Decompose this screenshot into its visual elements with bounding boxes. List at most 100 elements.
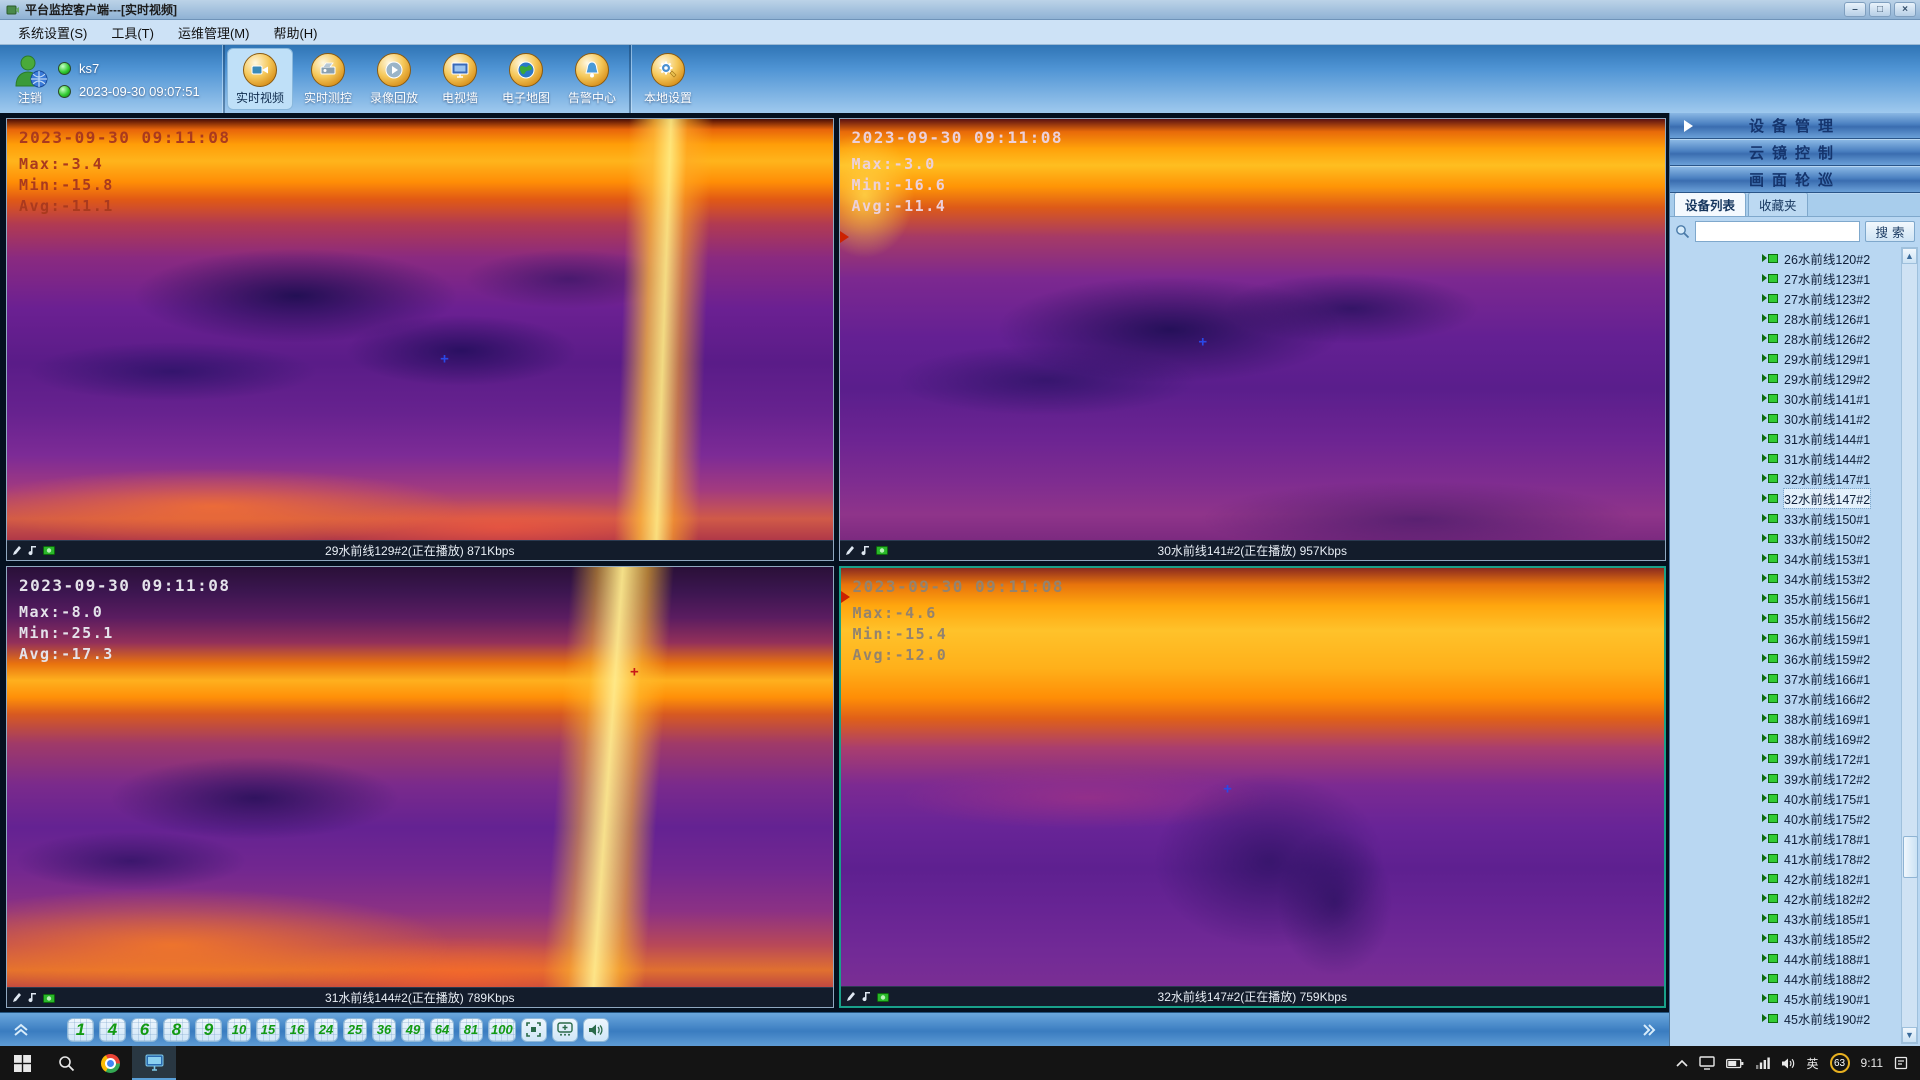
device-item[interactable]: 28水前线126#1: [1762, 308, 1900, 328]
layout-4-button[interactable]: 4: [99, 1018, 126, 1042]
video-pane-4[interactable]: 2023-09-30 09:11:08 Max:-4.6 Min:-15.4 A…: [839, 566, 1667, 1009]
video-pane-1[interactable]: 2023-09-30 09:11:08 Max:-3.4 Min:-15.8 A…: [6, 118, 834, 561]
device-item[interactable]: 41水前线178#2: [1762, 848, 1900, 868]
device-item[interactable]: 37水前线166#1: [1762, 668, 1900, 688]
layout-8-button[interactable]: 8: [163, 1018, 190, 1042]
start-button[interactable]: [0, 1046, 44, 1080]
display-icon[interactable]: [1699, 1056, 1715, 1070]
battery-gauge-badge[interactable]: 63: [1830, 1053, 1850, 1073]
annotate-pencil-icon[interactable]: [846, 991, 856, 1002]
device-item[interactable]: 39水前线172#1: [1762, 748, 1900, 768]
volume-icon[interactable]: [1781, 1057, 1796, 1070]
layout-16-button[interactable]: 16: [285, 1018, 309, 1042]
device-list-scrollbar[interactable]: ▲ ▼: [1901, 247, 1918, 1044]
collapse-up-icon[interactable]: [12, 1022, 30, 1038]
device-item[interactable]: 30水前线141#1: [1762, 388, 1900, 408]
thermal-video-1[interactable]: 2023-09-30 09:11:08 Max:-3.4 Min:-15.8 A…: [7, 119, 833, 540]
expand-right-icon[interactable]: [1641, 1022, 1657, 1038]
audio-note-icon[interactable]: [28, 992, 37, 1003]
device-item[interactable]: 36水前线159#1: [1762, 628, 1900, 648]
toolbar-button-playback[interactable]: 录像回放: [361, 45, 427, 113]
layout-6-button[interactable]: 6: [131, 1018, 158, 1042]
tab-favorites[interactable]: 收藏夹: [1748, 192, 1808, 216]
layout-36-button[interactable]: 36: [372, 1018, 396, 1042]
menu-item[interactable]: 系统设置(S): [6, 21, 99, 44]
scroll-down-icon[interactable]: ▼: [1902, 1027, 1917, 1043]
annotate-pencil-icon[interactable]: [12, 992, 22, 1003]
battery-icon[interactable]: [1726, 1058, 1744, 1069]
device-item[interactable]: 42水前线182#2: [1762, 888, 1900, 908]
snapshot-camera-icon[interactable]: [877, 992, 889, 1002]
snapshot-camera-icon[interactable]: [43, 993, 55, 1003]
device-item[interactable]: 37水前线166#2: [1762, 688, 1900, 708]
search-button[interactable]: 搜索: [1865, 221, 1915, 242]
taskbar-clock[interactable]: 9:11: [1861, 1056, 1883, 1070]
device-search-input[interactable]: [1695, 221, 1860, 242]
minimize-button[interactable]: –: [1844, 2, 1866, 17]
toolbar-button-tv-wall[interactable]: 电视墙: [427, 45, 493, 113]
layout-49-button[interactable]: 49: [401, 1018, 425, 1042]
taskbar-search-icon[interactable]: [44, 1046, 88, 1080]
device-item[interactable]: 29水前线129#1: [1762, 348, 1900, 368]
input-language-indicator[interactable]: 英: [1807, 1055, 1819, 1072]
device-item[interactable]: 27水前线123#1: [1762, 268, 1900, 288]
device-item[interactable]: 31水前线144#2: [1762, 448, 1900, 468]
device-item[interactable]: 26水前线120#2: [1762, 248, 1900, 268]
audio-note-icon[interactable]: [28, 545, 37, 556]
tab-device-list[interactable]: 设备列表: [1674, 192, 1746, 216]
notification-center-icon[interactable]: [1894, 1056, 1908, 1070]
device-item[interactable]: 39水前线172#2: [1762, 768, 1900, 788]
snapshot-camera-icon[interactable]: [43, 545, 55, 555]
monitor-app-icon[interactable]: [132, 1046, 176, 1080]
maximize-button[interactable]: □: [1869, 2, 1891, 17]
tray-expand-icon[interactable]: [1676, 1059, 1688, 1067]
menu-item[interactable]: 工具(T): [99, 21, 166, 44]
device-item[interactable]: 31水前线144#1: [1762, 428, 1900, 448]
layout-24-button[interactable]: 24: [314, 1018, 338, 1042]
device-item[interactable]: 30水前线141#2: [1762, 408, 1900, 428]
audio-note-icon[interactable]: [862, 991, 871, 1002]
device-item[interactable]: 28水前线126#2: [1762, 328, 1900, 348]
layout-9-button[interactable]: 9: [195, 1018, 222, 1042]
device-item[interactable]: 41水前线178#1: [1762, 828, 1900, 848]
layout-81-button[interactable]: 81: [459, 1018, 483, 1042]
device-item[interactable]: 43水前线185#2: [1762, 928, 1900, 948]
device-item[interactable]: 38水前线169#1: [1762, 708, 1900, 728]
device-item[interactable]: 35水前线156#1: [1762, 588, 1900, 608]
device-item[interactable]: 40水前线175#2: [1762, 808, 1900, 828]
device-item[interactable]: 43水前线185#1: [1762, 908, 1900, 928]
toolbar-button-local-settings[interactable]: 本地设置: [635, 45, 701, 113]
device-item[interactable]: 29水前线129#2: [1762, 368, 1900, 388]
video-pane-2[interactable]: 2023-09-30 09:11:08 Max:-3.0 Min:-16.6 A…: [839, 118, 1667, 561]
layout-64-button[interactable]: 64: [430, 1018, 454, 1042]
toolbar-button-e-map[interactable]: 电子地图: [493, 45, 559, 113]
thermal-video-3[interactable]: 2023-09-30 09:11:08 Max:-8.0 Min:-25.1 A…: [7, 567, 833, 988]
panel-device-management[interactable]: 设备管理: [1670, 113, 1920, 139]
device-item[interactable]: 45水前线190#2: [1762, 1008, 1900, 1028]
annotate-pencil-icon[interactable]: [12, 545, 22, 556]
device-item[interactable]: 44水前线188#1: [1762, 948, 1900, 968]
layout-100-button[interactable]: 100: [488, 1018, 516, 1042]
device-item[interactable]: 44水前线188#2: [1762, 968, 1900, 988]
device-item[interactable]: 34水前线153#2: [1762, 568, 1900, 588]
device-item[interactable]: 32水前线147#2: [1762, 488, 1900, 508]
network-icon[interactable]: [1755, 1057, 1770, 1069]
logout-button[interactable]: 注销: [18, 89, 42, 106]
annotate-pencil-icon[interactable]: [845, 545, 855, 556]
menu-item[interactable]: 运维管理(M): [166, 21, 262, 44]
layout-15-button[interactable]: 15: [256, 1018, 280, 1042]
thermal-video-4[interactable]: 2023-09-30 09:11:08 Max:-4.6 Min:-15.4 A…: [841, 568, 1665, 987]
device-item[interactable]: 33水前线150#2: [1762, 528, 1900, 548]
device-item[interactable]: 42水前线182#1: [1762, 868, 1900, 888]
snapshot-camera-icon[interactable]: [876, 545, 888, 555]
toolbar-button-live-video[interactable]: 实时视频: [227, 48, 293, 110]
chrome-icon[interactable]: [88, 1046, 132, 1080]
panel-ptz-control[interactable]: 云镜控制: [1670, 140, 1920, 166]
device-item[interactable]: 34水前线153#1: [1762, 548, 1900, 568]
device-item[interactable]: 40水前线175#1: [1762, 788, 1900, 808]
device-item[interactable]: 35水前线156#2: [1762, 608, 1900, 628]
fullscreen-button[interactable]: [521, 1018, 547, 1042]
panel-screen-tour[interactable]: 画面轮巡: [1670, 167, 1920, 193]
add-window-button[interactable]: [552, 1018, 578, 1042]
device-item[interactable]: 33水前线150#1: [1762, 508, 1900, 528]
